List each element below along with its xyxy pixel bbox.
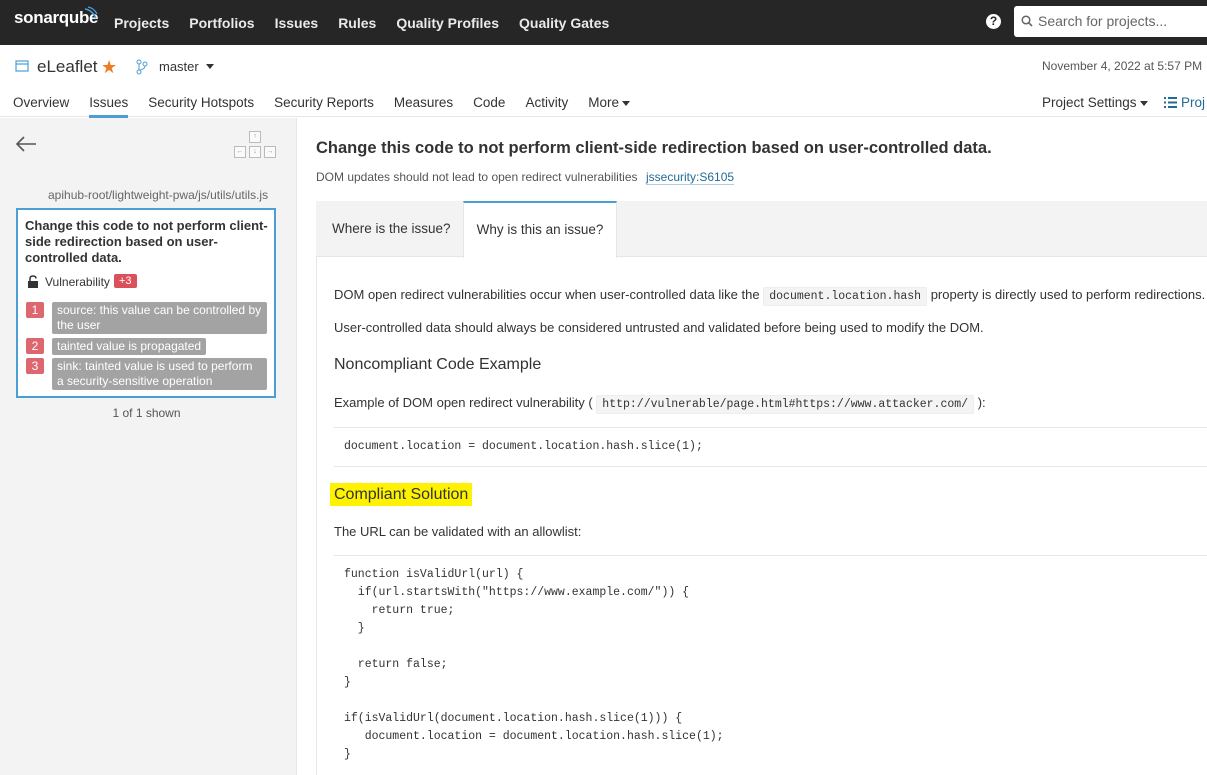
rule-details: Change this code to not perform client-s… bbox=[297, 118, 1207, 775]
code-line: if(isValidUrl(document.location.hash.sli… bbox=[344, 712, 683, 725]
issues-sidebar: ↑ ← ↓ → apihub-root/lightweight-pwa/js/u… bbox=[0, 118, 297, 775]
project-tabs: Overview Issues Security Hotspots Securi… bbox=[13, 95, 670, 118]
tab-activity[interactable]: Activity bbox=[525, 95, 568, 118]
description-text: property is directly used to perform red… bbox=[930, 287, 1206, 302]
description-text: ): bbox=[977, 395, 986, 410]
question-circle-icon[interactable]: ? bbox=[986, 14, 1001, 29]
inline-code: http://vulnerable/page.html#https://www.… bbox=[596, 395, 975, 414]
location-message: source: this value can be controlled by … bbox=[52, 302, 267, 334]
arrow-down-key-icon: ↓ bbox=[249, 146, 261, 158]
location-number: 2 bbox=[26, 338, 44, 354]
project-icon bbox=[15, 60, 29, 72]
tab-code[interactable]: Code bbox=[473, 95, 505, 118]
main-nav: Projects Portfolios Issues Rules Quality… bbox=[104, 0, 619, 45]
project-information-link[interactable]: Proj bbox=[1164, 95, 1205, 110]
chevron-down-icon bbox=[1139, 100, 1148, 106]
search-box[interactable] bbox=[1014, 6, 1207, 37]
compliant-code-block: function isValidUrl(url) { if(url.starts… bbox=[334, 555, 1207, 775]
project-header: eLeaflet ★ master November 4, 2022 at 5:… bbox=[0, 45, 1207, 118]
code-line: } bbox=[344, 676, 351, 689]
favorite-star-icon[interactable]: ★ bbox=[101, 57, 117, 78]
project-information-label: Proj bbox=[1181, 95, 1206, 110]
back-arrow-icon[interactable] bbox=[15, 135, 37, 153]
nav-quality-gates[interactable]: Quality Gates bbox=[519, 15, 609, 31]
search-icon bbox=[1021, 15, 1033, 27]
project-name[interactable]: eLeaflet bbox=[37, 57, 98, 77]
nav-portfolios[interactable]: Portfolios bbox=[189, 15, 254, 31]
rule-title: Change this code to not perform client-s… bbox=[316, 139, 992, 157]
tab-why-is-this-an-issue[interactable]: Why is this an issue? bbox=[463, 201, 617, 258]
description-paragraph-4: The URL can be validated with an allowli… bbox=[334, 524, 582, 539]
compliant-heading: Compliant Solution bbox=[330, 483, 473, 506]
description-text: Example of DOM open redirect vulnerabili… bbox=[334, 395, 593, 410]
chevron-down-icon bbox=[621, 100, 630, 106]
rule-subtitle: DOM updates should not lead to open redi… bbox=[316, 170, 638, 184]
nav-projects[interactable]: Projects bbox=[114, 15, 169, 31]
branch-selector[interactable]: master bbox=[159, 59, 199, 74]
description-paragraph-1: DOM open redirect vulnerabilities occur … bbox=[334, 287, 1206, 306]
description-paragraph-2: User-controlled data should always be co… bbox=[334, 320, 984, 335]
issue-type: Vulnerability bbox=[45, 275, 110, 289]
logo-waves-icon bbox=[84, 6, 98, 19]
code-line: return false; bbox=[344, 658, 448, 671]
code-line: if(url.startsWith("https://www.example.c… bbox=[344, 586, 690, 599]
tab-measures[interactable]: Measures bbox=[394, 95, 453, 118]
rule-description: DOM open redirect vulnerabilities occur … bbox=[316, 257, 1207, 775]
code-line: document.location = document.location.ha… bbox=[344, 440, 703, 453]
project-settings-menu[interactable]: Project Settings bbox=[1042, 95, 1148, 110]
issues-shown-count: 1 of 1 shown bbox=[112, 406, 181, 420]
extra-locations-badge[interactable]: +3 bbox=[114, 274, 137, 288]
arrow-up-key-icon: ↑ bbox=[249, 131, 261, 143]
arrow-right-key-icon: → bbox=[264, 146, 276, 158]
arrow-left-key-icon: ← bbox=[234, 146, 246, 158]
inline-code: document.location.hash bbox=[763, 287, 928, 306]
tab-more-label: More bbox=[588, 95, 619, 110]
rule-tabs: Where is the issue? Why is this an issue… bbox=[316, 201, 1207, 258]
chevron-down-icon[interactable] bbox=[206, 64, 214, 69]
code-line: } bbox=[344, 748, 351, 761]
code-line: document.location = document.location.ha… bbox=[344, 730, 724, 743]
branch-icon bbox=[136, 59, 148, 75]
code-line: function isValidUrl(url) { bbox=[344, 568, 524, 581]
keyboard-shortcuts-hint: ↑ ← ↓ → bbox=[234, 131, 276, 161]
location-number: 1 bbox=[26, 302, 44, 318]
tab-more[interactable]: More bbox=[588, 95, 650, 118]
tab-issues[interactable]: Issues bbox=[89, 95, 129, 118]
tab-security-reports[interactable]: Security Reports bbox=[274, 95, 374, 118]
tab-security-hotspots[interactable]: Security Hotspots bbox=[148, 95, 254, 118]
location-message: sink: tainted value is used to perform a… bbox=[52, 358, 267, 390]
location-number: 3 bbox=[26, 358, 44, 374]
location-message: tainted value is propagated bbox=[52, 338, 207, 355]
issue-card[interactable]: Change this code to not perform client-s… bbox=[16, 208, 276, 398]
lock-open-icon bbox=[28, 275, 38, 288]
file-path: apihub-root/lightweight-pwa/js/utils/uti… bbox=[48, 188, 269, 202]
compliant-heading-text: Compliant Solution bbox=[330, 483, 473, 506]
noncompliant-code-block: document.location = document.location.ha… bbox=[334, 427, 1207, 467]
issue-title: Change this code to not perform client-s… bbox=[25, 218, 268, 265]
nav-rules[interactable]: Rules bbox=[338, 15, 376, 31]
description-text: DOM open redirect vulnerabilities occur … bbox=[334, 287, 760, 302]
analysis-date: November 4, 2022 at 5:57 PM bbox=[1042, 59, 1203, 73]
project-settings-label: Project Settings bbox=[1042, 95, 1137, 110]
nav-quality-profiles[interactable]: Quality Profiles bbox=[396, 15, 499, 31]
code-line: } bbox=[344, 622, 365, 635]
description-paragraph-3: Example of DOM open redirect vulnerabili… bbox=[334, 395, 986, 414]
tab-overview[interactable]: Overview bbox=[13, 95, 69, 118]
noncompliant-heading: Noncompliant Code Example bbox=[334, 356, 542, 373]
tab-where-is-the-issue[interactable]: Where is the issue? bbox=[332, 201, 451, 257]
code-line: return true; bbox=[344, 604, 455, 617]
search-input[interactable] bbox=[1038, 12, 1207, 30]
top-navbar: sonarqube Projects Portfolios Issues Rul… bbox=[0, 0, 1207, 45]
nav-issues[interactable]: Issues bbox=[275, 15, 319, 31]
rule-key-link[interactable]: jssecurity:S6105 bbox=[646, 170, 735, 185]
list-icon bbox=[1164, 97, 1177, 108]
